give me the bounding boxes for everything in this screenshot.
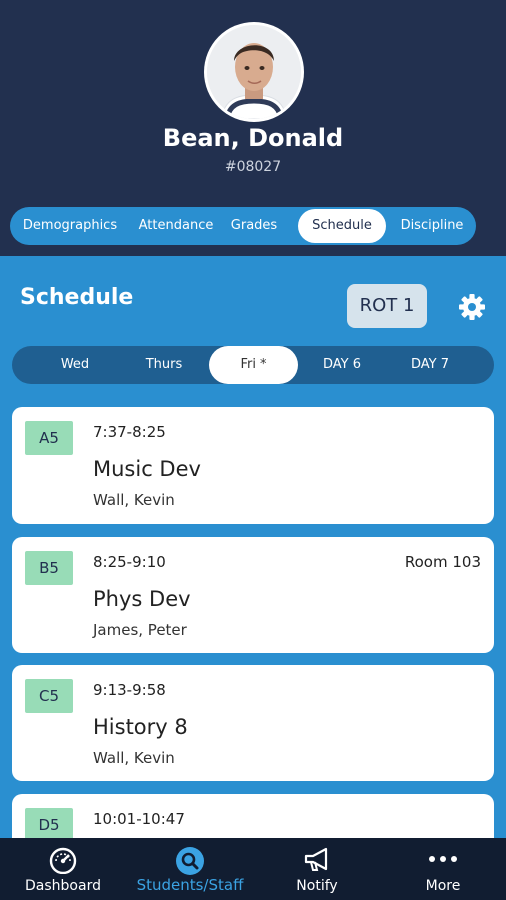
day-7[interactable]: DAY 7: [386, 346, 474, 384]
tab-schedule[interactable]: Schedule: [298, 209, 386, 243]
day-6[interactable]: DAY 6: [298, 346, 386, 384]
teacher-name: Wall, Kevin: [93, 749, 175, 767]
student-photo: [207, 25, 301, 119]
class-room: Room 103: [404, 553, 481, 571]
block-badge: B5: [25, 551, 73, 585]
nav-label: Notify: [296, 878, 338, 894]
tab-attendance[interactable]: Attendance: [124, 207, 228, 245]
nav-label: Students/Staff: [136, 876, 244, 894]
class-time: 8:25-9:10: [93, 553, 166, 571]
block-badge: C5: [25, 679, 73, 713]
teacher-name: James, Peter: [93, 621, 187, 639]
avatar: [204, 22, 304, 122]
megaphone-icon: [301, 846, 333, 878]
block-badge: A5: [25, 421, 73, 455]
ellipsis-icon: [426, 846, 460, 876]
class-time: 7:37-8:25: [93, 423, 166, 441]
class-time: 10:01-10:47: [93, 810, 185, 828]
teacher-name: Wall, Kevin: [93, 491, 175, 509]
student-name: Bean, Donald: [162, 124, 344, 152]
search-icon: [175, 846, 205, 880]
rotation-button[interactable]: ROT 1: [347, 284, 427, 328]
nav-label: More: [425, 878, 461, 894]
bottom-nav: Dashboard Students/Staff Notify More: [0, 838, 506, 900]
tab-grades[interactable]: Grades: [222, 207, 286, 245]
student-header: Bean, Donald #08027 Demographics Attenda…: [0, 0, 506, 256]
nav-students-staff[interactable]: Students/Staff: [126, 838, 254, 900]
nav-more[interactable]: More: [380, 838, 506, 900]
course-name: Music Dev: [93, 457, 201, 481]
tab-discipline[interactable]: Discipline: [392, 207, 472, 245]
gear-icon[interactable]: [457, 292, 487, 322]
block-badge: D5: [25, 808, 73, 842]
class-card[interactable]: C5 9:13-9:58 History 8 Wall, Kevin: [12, 665, 494, 781]
course-name: History 8: [93, 715, 188, 739]
day-thurs[interactable]: Thurs: [120, 346, 208, 384]
student-tabs: Demographics Attendance Grades Schedule …: [10, 207, 476, 245]
tab-demographics[interactable]: Demographics: [14, 207, 126, 245]
schedule-title: Schedule: [20, 285, 134, 310]
nav-dashboard[interactable]: Dashboard: [0, 838, 126, 900]
speedometer-icon: [48, 846, 78, 878]
nav-label: Dashboard: [25, 878, 101, 894]
student-id: #08027: [224, 159, 282, 175]
day-fri[interactable]: Fri *: [209, 346, 298, 384]
class-card[interactable]: B5 8:25-9:10 Room 103 Phys Dev James, Pe…: [12, 537, 494, 653]
day-wed[interactable]: Wed: [30, 346, 120, 384]
nav-notify[interactable]: Notify: [254, 838, 380, 900]
day-selector: Wed Thurs Fri * DAY 6 DAY 7: [12, 346, 494, 384]
class-time: 9:13-9:58: [93, 681, 166, 699]
class-card[interactable]: A5 7:37-8:25 Music Dev Wall, Kevin: [12, 407, 494, 524]
course-name: Phys Dev: [93, 587, 191, 611]
